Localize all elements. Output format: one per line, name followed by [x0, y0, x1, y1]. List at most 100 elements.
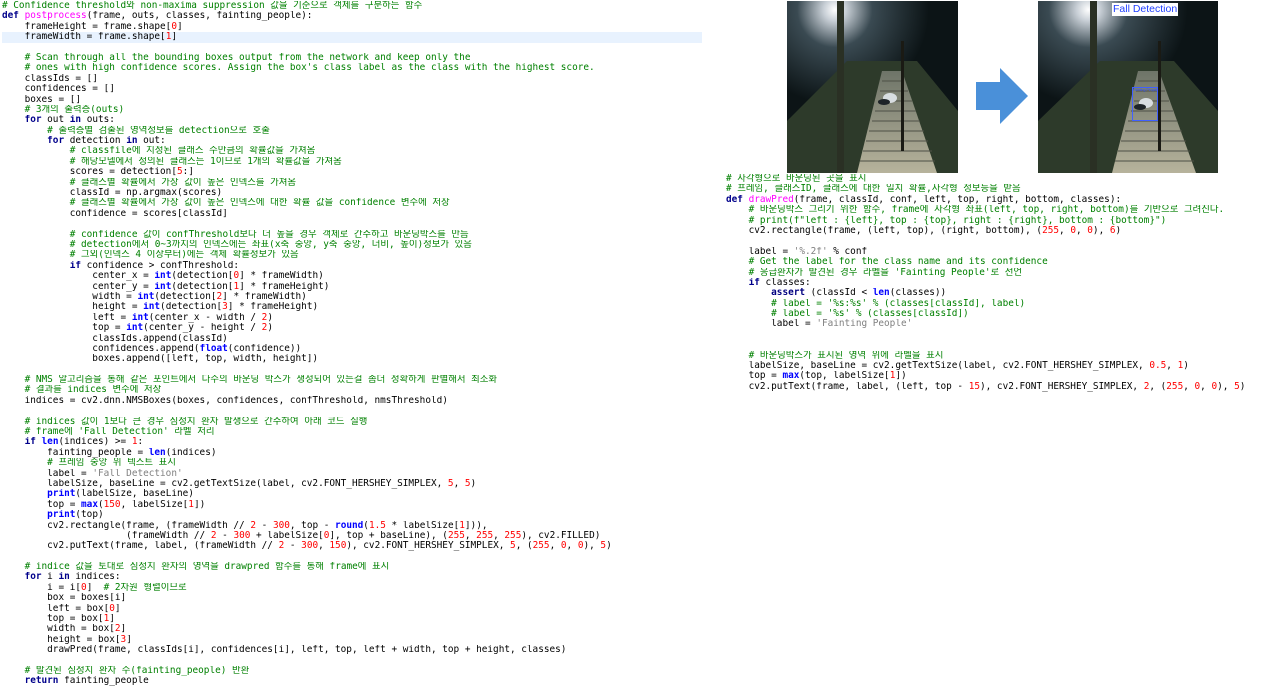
code-token: int	[143, 302, 161, 313]
code-line: center_x = int(detection[0] * frameWidth…	[2, 271, 702, 281]
code-token: # 출력층별 검출된 영역정보를 detection으로 호출	[2, 125, 270, 136]
code-token: # 프레임, 클래스ID, 클래스에 대한 일치 확률,사각형 정보등을 받음	[726, 184, 1021, 195]
code-token: fainting_people	[58, 676, 149, 687]
code-line: fainting_people = len(indices)	[2, 448, 702, 458]
code-line: cv2.putText(frame, label, (frameWidth //…	[2, 541, 702, 551]
code-token: top =	[2, 323, 127, 334]
code-line: top = int(center_y - height / 2)	[2, 323, 702, 333]
code-token: if	[69, 260, 82, 271]
code-token: )	[267, 323, 273, 334]
code-token: * labelSize[	[385, 520, 460, 531]
code-line: # ones with high confidence scores. Assi…	[2, 63, 702, 73]
code-line: # confidence 값이 confThreshold보다 더 높을 경우 …	[2, 230, 702, 240]
night-stairs-scene	[787, 1, 958, 173]
code-token: cv2.putText(frame, label, (left, top -	[726, 381, 969, 392]
code-token: max	[782, 371, 800, 382]
code-token: , (	[515, 541, 533, 552]
code-token: # frame에 'Fall Detection' 라벨 처리	[2, 427, 215, 438]
code-token: i	[41, 572, 59, 583]
code-token: detection	[64, 136, 127, 147]
code-token: # detection에서 0~3까지의 인덱스에는 좌표(x축 중앙, y축 …	[2, 239, 472, 250]
code-token: # 바운딩박스 그리기 위한 함수, frame에 사각형 좌표(left, t…	[726, 205, 1225, 216]
code-token: float	[199, 343, 228, 354]
code-token: top = box[	[2, 614, 104, 625]
postprocess-code-panel[interactable]: # Confidence threshold와 non-maxima suppr…	[2, 1, 702, 687]
code-token: # Scan through all the bounding boxes ou…	[2, 52, 471, 63]
code-token: ]	[86, 582, 104, 593]
code-token: for	[24, 572, 42, 583]
code-token: (top, labelSize[	[799, 371, 890, 382]
code-token: (center_y - height /	[143, 323, 262, 334]
code-token: (center_x - width /	[148, 312, 262, 323]
code-line: assert (classId < len(classes))	[726, 288, 1280, 298]
code-token: center_x =	[2, 271, 155, 282]
code-line: cv2.rectangle(frame, (left, top), (right…	[726, 226, 1280, 236]
code-token: ,	[1075, 225, 1088, 236]
code-token: ]	[114, 603, 121, 614]
code-token: indices = cv2.dnn.NMSBoxes(boxes, confid…	[2, 395, 448, 406]
code-line: label = 'Fall Detection'	[2, 469, 702, 479]
code-token: (detection[	[171, 271, 234, 282]
code-token: print	[47, 510, 76, 521]
code-line: for detection in out:	[2, 136, 702, 146]
code-line: label = 'Fainting People'	[726, 319, 1280, 329]
code-token: # ones with high confidence scores. Assi…	[2, 63, 595, 74]
code-token: # NMS 알고리즘을 통해 같은 포인트에서 다수의 바운딩 박스가 생성되어…	[2, 375, 498, 386]
code-token: :	[137, 437, 144, 448]
code-token: in	[69, 115, 82, 126]
code-line: top = max(top, labelSize[1])	[726, 371, 1280, 381]
code-token: int	[154, 271, 172, 282]
code-token: int	[137, 291, 155, 302]
code-token: (top)	[75, 510, 104, 521]
code-line: # 응급환자가 발견된 경우 라벨을 'Fainting People'로 선언	[726, 268, 1280, 278]
code-line: if len(indices) >= 1:	[2, 437, 702, 447]
code-token: i = i[	[2, 582, 82, 593]
code-token: drawPred	[748, 194, 794, 205]
code-token: # 사각형으로 바운딩된 곳을 표시	[726, 174, 867, 184]
code-token: classId = np.argmax(scores)	[2, 188, 223, 199]
code-token: 255	[532, 541, 550, 552]
code-token: -	[216, 530, 234, 541]
code-line: confidence = scores[classId]	[2, 209, 702, 219]
code-token: box = boxes[i]	[2, 593, 127, 604]
code-line: # NMS 알고리즘을 통해 같은 포인트에서 다수의 바운딩 박스가 생성되어…	[2, 375, 702, 385]
code-token: , (	[1149, 381, 1167, 392]
photo-before-detection	[787, 1, 958, 173]
code-token: (classId <	[805, 288, 873, 299]
code-line: classId = np.argmax(scores)	[2, 188, 702, 198]
drawpred-code-panel[interactable]: # 사각형으로 바운딩된 곳을 표시 # 프레임, 클래스ID, 클래스에 대한 …	[726, 174, 1280, 392]
code-line: width = box[2]	[2, 624, 702, 634]
code-line: cv2.rectangle(frame, (frameWidth // 2 - …	[2, 521, 702, 531]
code-token: # 3개의 출력층(outs)	[2, 104, 125, 115]
code-line: label = '%.2f' % conf	[726, 247, 1280, 257]
code-token: )	[1183, 361, 1189, 372]
code-line: # frame에 'Fall Detection' 라벨 처리	[2, 427, 702, 437]
code-token: ])	[193, 499, 206, 510]
code-token: -	[256, 520, 273, 531]
code-token: + labelSize[	[250, 530, 324, 541]
code-token: # 2차원 형렬이므로	[103, 582, 187, 593]
code-token: (detection[	[160, 302, 223, 313]
code-line: # 사각형으로 바운딩된 곳을 표시	[726, 174, 1280, 184]
code-line: indices = cv2.dnn.NMSBoxes(boxes, confid…	[2, 396, 702, 406]
photo-after-detection: Fall Detection Fainting People	[1038, 1, 1218, 173]
code-token: :]	[182, 167, 194, 178]
code-token: in	[126, 136, 138, 147]
code-token: (classes))	[889, 288, 947, 299]
code-token: round	[335, 520, 364, 531]
code-token: (confidence))	[227, 343, 302, 354]
code-token: (frame, outs, classes, fainting_people):	[86, 11, 313, 22]
detection-bounding-box	[1132, 87, 1158, 121]
code-line: boxes.append([left, top, width, height])	[2, 354, 702, 364]
code-token: int	[126, 323, 144, 334]
code-line: # indices 값이 1보다 큰 경우 심정지 환자 발생으로 간주하여 아…	[2, 417, 702, 427]
code-token: # 그외(인덱스 4 이상부터)에는 객체 확률정보가 있음	[2, 250, 299, 261]
code-line: classIds.append(classId)	[2, 334, 702, 344]
code-token: ,	[1183, 381, 1195, 392]
code-token: height =	[2, 302, 144, 313]
